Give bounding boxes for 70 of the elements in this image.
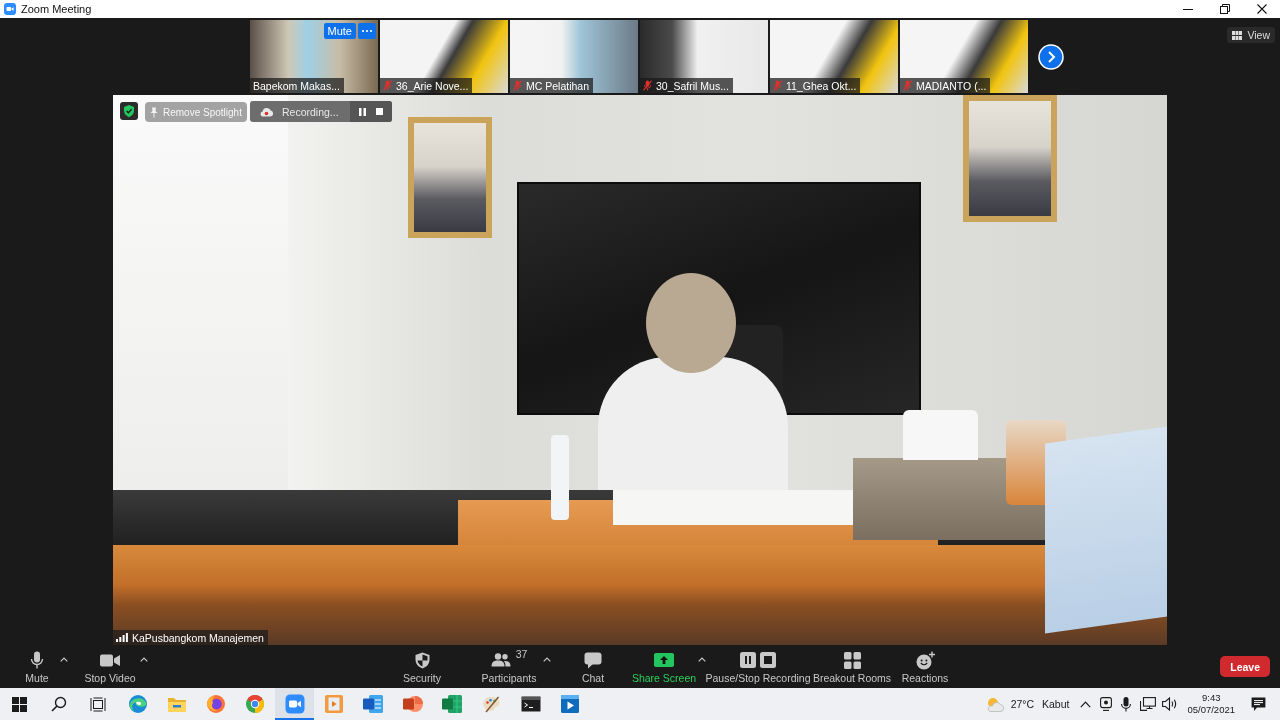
recording-label: Recording... bbox=[282, 105, 339, 118]
mute-participant-button[interactable]: Mute bbox=[323, 23, 356, 39]
more-icon[interactable] bbox=[358, 23, 376, 39]
notification-icon[interactable] bbox=[1251, 696, 1266, 712]
participant-name: MADIANTO (... bbox=[916, 79, 987, 92]
participant-name: 11_Ghea Okt... bbox=[786, 79, 857, 92]
chevron-right-icon[interactable] bbox=[1038, 44, 1064, 70]
participants-button[interactable]: 37 Participants bbox=[476, 645, 542, 688]
segmented-circle-icon bbox=[245, 694, 266, 714]
webcam-icon[interactable] bbox=[1100, 697, 1113, 711]
folder-icon bbox=[166, 695, 187, 713]
share-screen-button[interactable]: Share Screen bbox=[631, 645, 697, 688]
video-camera-icon bbox=[100, 653, 120, 667]
play-board-icon bbox=[559, 694, 580, 714]
breakout-rooms-button[interactable]: Breakout Rooms bbox=[812, 645, 892, 688]
security-button[interactable]: Security bbox=[397, 645, 447, 688]
network-icon[interactable] bbox=[1140, 697, 1157, 711]
pin-icon bbox=[150, 106, 158, 118]
four-panes-icon bbox=[12, 696, 28, 712]
pause-stop-recording-button[interactable]: Pause/Stop Recording bbox=[706, 645, 810, 688]
volume-icon[interactable] bbox=[1162, 697, 1179, 711]
pie-chart-icon bbox=[402, 695, 423, 713]
four-squares-icon bbox=[843, 651, 861, 669]
reactions-button[interactable]: Reactions bbox=[900, 645, 950, 688]
pause-icon[interactable] bbox=[359, 107, 366, 116]
smiley-plus-icon bbox=[915, 650, 935, 670]
chevron-up-icon[interactable] bbox=[1080, 700, 1092, 708]
minimize-icon bbox=[1182, 8, 1193, 10]
grid-icon bbox=[1232, 30, 1243, 40]
caret-icon[interactable] bbox=[140, 657, 148, 662]
mute-button[interactable]: Mute bbox=[15, 645, 59, 688]
shield-check-icon[interactable] bbox=[120, 102, 138, 120]
speaker-name: KaPusbangkom Manajemen bbox=[132, 631, 264, 644]
speech-bubble-icon bbox=[584, 651, 602, 669]
restore-icon bbox=[1219, 4, 1230, 14]
caret-icon[interactable] bbox=[60, 657, 68, 662]
caret-icon[interactable] bbox=[543, 657, 551, 662]
document-icon bbox=[363, 695, 384, 713]
clock-time[interactable]: 9:43 bbox=[1201, 692, 1221, 704]
cloud-record-icon bbox=[259, 106, 274, 117]
spreadsheet-icon bbox=[441, 695, 462, 713]
leave-button[interactable]: Leave bbox=[1220, 656, 1270, 677]
view-button[interactable]: View bbox=[1227, 27, 1275, 43]
search-icon bbox=[50, 696, 67, 712]
stop-video-button[interactable]: Stop Video bbox=[81, 645, 139, 688]
microphone-icon[interactable] bbox=[1121, 696, 1132, 712]
participant-count: 37 bbox=[515, 648, 528, 660]
globe-icon bbox=[206, 694, 227, 714]
participant-name: MC Pelatihan bbox=[526, 79, 590, 92]
video-camera-icon bbox=[4, 3, 16, 15]
play-tile-icon bbox=[324, 694, 344, 714]
task-view-icon bbox=[90, 696, 107, 712]
signal-bars-icon bbox=[116, 633, 128, 642]
clock-date[interactable]: 05/07/2021 bbox=[1187, 704, 1235, 716]
caret-icon[interactable] bbox=[698, 657, 706, 662]
shield-icon bbox=[414, 651, 430, 669]
video-camera-icon bbox=[284, 694, 305, 714]
participant-name: 36_Arie Nove... bbox=[396, 79, 469, 92]
pause-stop-icon bbox=[740, 652, 776, 668]
close-icon bbox=[1256, 4, 1267, 14]
terminal-icon bbox=[520, 696, 541, 712]
swirl-icon bbox=[127, 694, 148, 714]
people-icon bbox=[490, 653, 511, 667]
palette-icon bbox=[481, 694, 502, 714]
participant-name: Bapekom Makas... bbox=[253, 79, 340, 92]
weather-text[interactable]: 27°C Kabut bbox=[1010, 698, 1070, 710]
window-title: Zoom Meeting bbox=[21, 3, 92, 15]
microphone-icon bbox=[30, 651, 44, 669]
chat-button[interactable]: Chat bbox=[574, 645, 612, 688]
participant-name: 30_Safril Mus... bbox=[656, 79, 729, 92]
